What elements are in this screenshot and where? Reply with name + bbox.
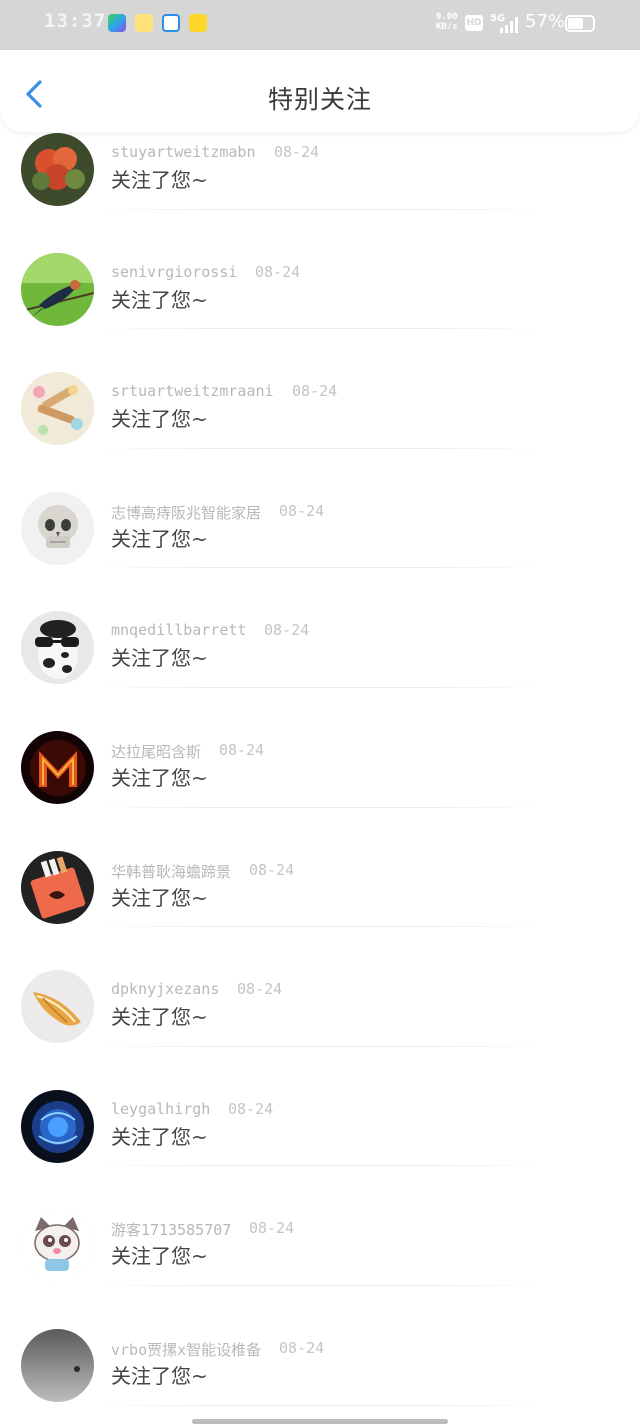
battery-percent: 57% <box>525 11 566 32</box>
follow-message: 关注了您~ <box>111 168 208 192</box>
follow-message: 关注了您~ <box>111 407 208 432</box>
follow-message: 关注了您~ <box>111 765 208 790</box>
gray-gradient-avatar <box>21 1328 94 1402</box>
candy-food-avatar <box>21 372 94 446</box>
avatar[interactable] <box>21 372 94 446</box>
skull-avatar <box>21 491 94 565</box>
follow-date: 08-24 <box>264 621 310 640</box>
list-item[interactable]: srtuartweitzmraani 08-24 关注了您~ <box>0 329 640 449</box>
avatar[interactable] <box>21 1209 94 1283</box>
username[interactable]: vrbo贾摞x智能设椎备 <box>111 1339 261 1360</box>
battery-icon <box>565 15 595 32</box>
cigarette-pack-avatar <box>21 850 94 924</box>
username[interactable]: 华韩普耿海蟾蹄景 <box>111 861 231 882</box>
list-item[interactable]: mnqedillbarrett 08-24 关注了您~ <box>0 568 640 688</box>
follow-date: 08-24 <box>249 860 295 879</box>
cartoon-cat-avatar <box>21 1209 94 1283</box>
avatar[interactable] <box>21 491 94 565</box>
follow-date: 08-24 <box>249 1219 295 1238</box>
avatar[interactable] <box>21 252 94 326</box>
swallow-bird-avatar <box>21 252 94 326</box>
list-item[interactable]: 游客1713585707 08-24 关注了您~ <box>0 1166 640 1286</box>
follow-date: 08-24 <box>274 143 320 161</box>
list-item[interactable]: 志博高痔阪兆智能家居 08-24 关注了您~ <box>0 449 640 569</box>
follow-message: 关注了您~ <box>111 1005 208 1030</box>
avatar[interactable] <box>21 970 94 1044</box>
battery-fill <box>568 18 583 29</box>
page-header: 特别关注 <box>0 50 640 132</box>
follow-message: 关注了您~ <box>111 885 208 910</box>
network-speed-value: 9.00 <box>436 12 458 22</box>
username[interactable]: senivrgiorossi <box>111 263 237 281</box>
music-app-icon <box>189 14 207 32</box>
username[interactable]: mnqedillbarrett <box>111 621 246 639</box>
list-item[interactable]: 华韩普耿海蟾蹄景 08-24 关注了您~ <box>0 808 640 928</box>
signal-icon <box>500 17 518 33</box>
hd-badge: HD <box>465 15 483 31</box>
follow-message: 关注了您~ <box>111 646 208 671</box>
username[interactable]: dpknyjxezans <box>111 980 219 998</box>
avatar[interactable] <box>21 850 94 924</box>
username[interactable]: 达拉尾昭含斯 <box>111 741 201 762</box>
follow-date: 08-24 <box>228 1099 274 1118</box>
cactus-flower-avatar <box>21 133 94 206</box>
avatar[interactable] <box>21 1328 94 1402</box>
avatar[interactable] <box>21 1089 94 1163</box>
follow-message: 关注了您~ <box>111 1363 208 1388</box>
username[interactable]: leygalhirgh <box>111 1100 210 1118</box>
seashell-avatar <box>21 970 94 1044</box>
username[interactable]: 游客1713585707 <box>111 1219 231 1240</box>
divider <box>95 1404 545 1406</box>
page-title: 特别关注 <box>267 85 372 114</box>
cow-sunglasses-avatar <box>21 611 94 685</box>
follow-notification-list: stuyartweitzmabn 08-24 关注了您~ senivrgiorossi… <box>0 90 640 1406</box>
follow-date: 08-24 <box>219 740 265 759</box>
network-speed: 9.00 KB/s <box>436 12 458 32</box>
follow-date: 08-24 <box>279 1338 325 1357</box>
follow-message: 关注了您~ <box>111 287 208 312</box>
username[interactable]: srtuartweitzmraani <box>111 382 274 400</box>
avatar[interactable] <box>21 133 94 206</box>
follow-message: 关注了您~ <box>111 526 208 551</box>
network-speed-unit: KB/s <box>436 22 458 32</box>
fire-letter-m-avatar <box>21 730 94 804</box>
status-bar: 13:37 9.00 KB/s HD 5G 57% <box>0 0 640 50</box>
follow-date: 08-24 <box>292 382 338 401</box>
list-item[interactable]: vrbo贾摞x智能设椎备 08-24 关注了您~ <box>0 1286 640 1406</box>
iqiyi-app-icon <box>108 14 126 32</box>
home-indicator[interactable] <box>192 1419 448 1424</box>
username[interactable]: stuyartweitzmabn <box>111 143 256 161</box>
follow-date: 08-24 <box>255 262 301 281</box>
avatar[interactable] <box>21 611 94 685</box>
follow-message: 关注了您~ <box>111 1124 208 1149</box>
browser-app-icon <box>162 14 180 32</box>
status-time: 13:37 <box>44 10 107 32</box>
list-item[interactable]: 达拉尾昭含斯 08-24 关注了您~ <box>0 688 640 808</box>
follow-date: 08-24 <box>237 980 283 999</box>
blue-rose-avatar <box>21 1089 94 1163</box>
list-item[interactable]: leygalhirgh 08-24 关注了您~ <box>0 1047 640 1167</box>
username[interactable]: 志博高痔阪兆智能家居 <box>111 502 261 523</box>
baby-app-icon <box>135 14 153 32</box>
follow-message: 关注了您~ <box>111 1244 208 1269</box>
list-item[interactable]: dpknyjxezans 08-24 关注了您~ <box>0 927 640 1047</box>
follow-date: 08-24 <box>279 501 325 520</box>
avatar[interactable] <box>21 730 94 804</box>
list-item[interactable]: senivrgiorossi 08-24 关注了您~ <box>0 210 640 330</box>
